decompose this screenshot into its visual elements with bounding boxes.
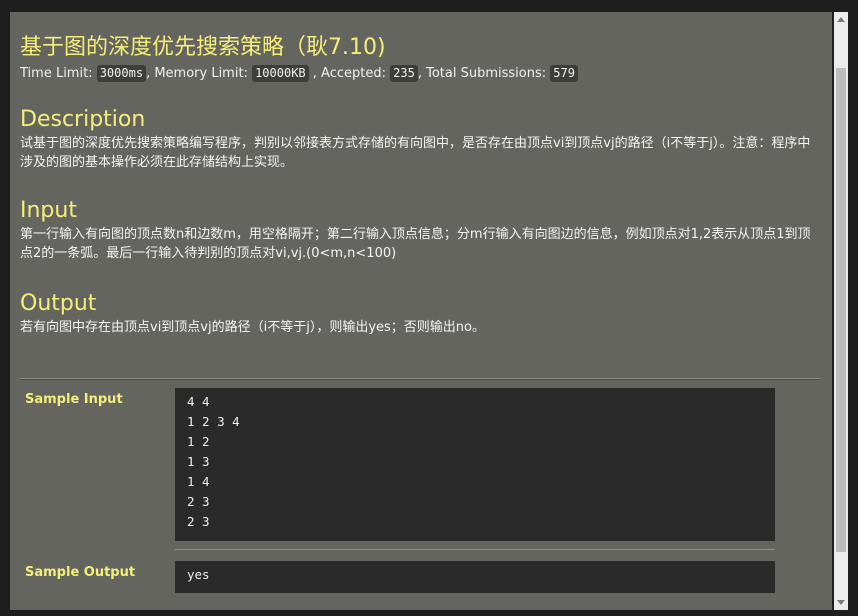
sample-input-line: 1 2 [187,434,210,449]
description-text: 试基于图的深度优先搜索策略编写程序，判别以邻接表方式存储的有向图中，是否存在由顶… [20,136,811,170]
submissions-label: , Total Submissions: [417,66,547,81]
vertical-scrollbar[interactable] [834,12,848,610]
sample-output-box[interactable]: yes [175,561,775,593]
accepted-label: , Accepted: [312,66,386,81]
sample-input-line: 2 3 [187,494,210,509]
scrollbar-thumb[interactable] [836,68,846,552]
app-window: 基于图的深度优先搜索策略（耿7.10) Time Limit: 3000ms, … [0,0,858,616]
scroll-up-arrow-icon[interactable] [834,12,848,26]
sample-input-line: 4 4 [187,394,210,409]
sample-input-line: 1 4 [187,474,210,489]
output-heading: Output [20,291,97,316]
memory-limit-label: , Memory Limit: [146,66,248,81]
sample-divider [175,549,775,550]
sample-output-line: yes [187,567,210,582]
time-limit-value: 3000ms [96,65,147,82]
scroll-down-arrow-icon[interactable] [834,596,848,610]
input-text: 第一行输入有向图的顶点数n和边数m，用空格隔开；第二行输入顶点信息；分m行输入有… [20,227,811,261]
problem-content: 基于图的深度优先搜索策略（耿7.10) Time Limit: 3000ms, … [20,34,822,337]
sample-input-label: Sample Input [25,392,123,407]
problem-panel: 基于图的深度优先搜索策略（耿7.10) Time Limit: 3000ms, … [10,12,832,610]
output-text: 若有向图中存在由顶点vi到顶点vj的路径（i不等于j），则输出yes；否则输出n… [20,320,485,335]
sample-input-line: 1 2 3 4 [187,414,240,429]
problem-title: 基于图的深度优先搜索策略（耿7.10) [20,35,386,60]
sample-input-line: 1 3 [187,454,210,469]
accepted-value: 235 [390,65,418,82]
submissions-value: 579 [550,65,578,82]
memory-limit-value: 10000KB [252,65,309,82]
sample-input-line: 2 3 [187,514,210,529]
sample-output-label: Sample Output [25,565,136,580]
input-heading: Input [20,198,77,223]
description-heading: Description [20,107,146,132]
sample-input-box[interactable]: 4 4 1 2 3 4 1 2 1 3 1 4 2 3 2 3 [175,388,775,541]
time-limit-label: Time Limit: [20,66,93,81]
section-divider [20,378,820,380]
problem-meta: Time Limit: 3000ms, Memory Limit: 10000K… [20,64,822,84]
